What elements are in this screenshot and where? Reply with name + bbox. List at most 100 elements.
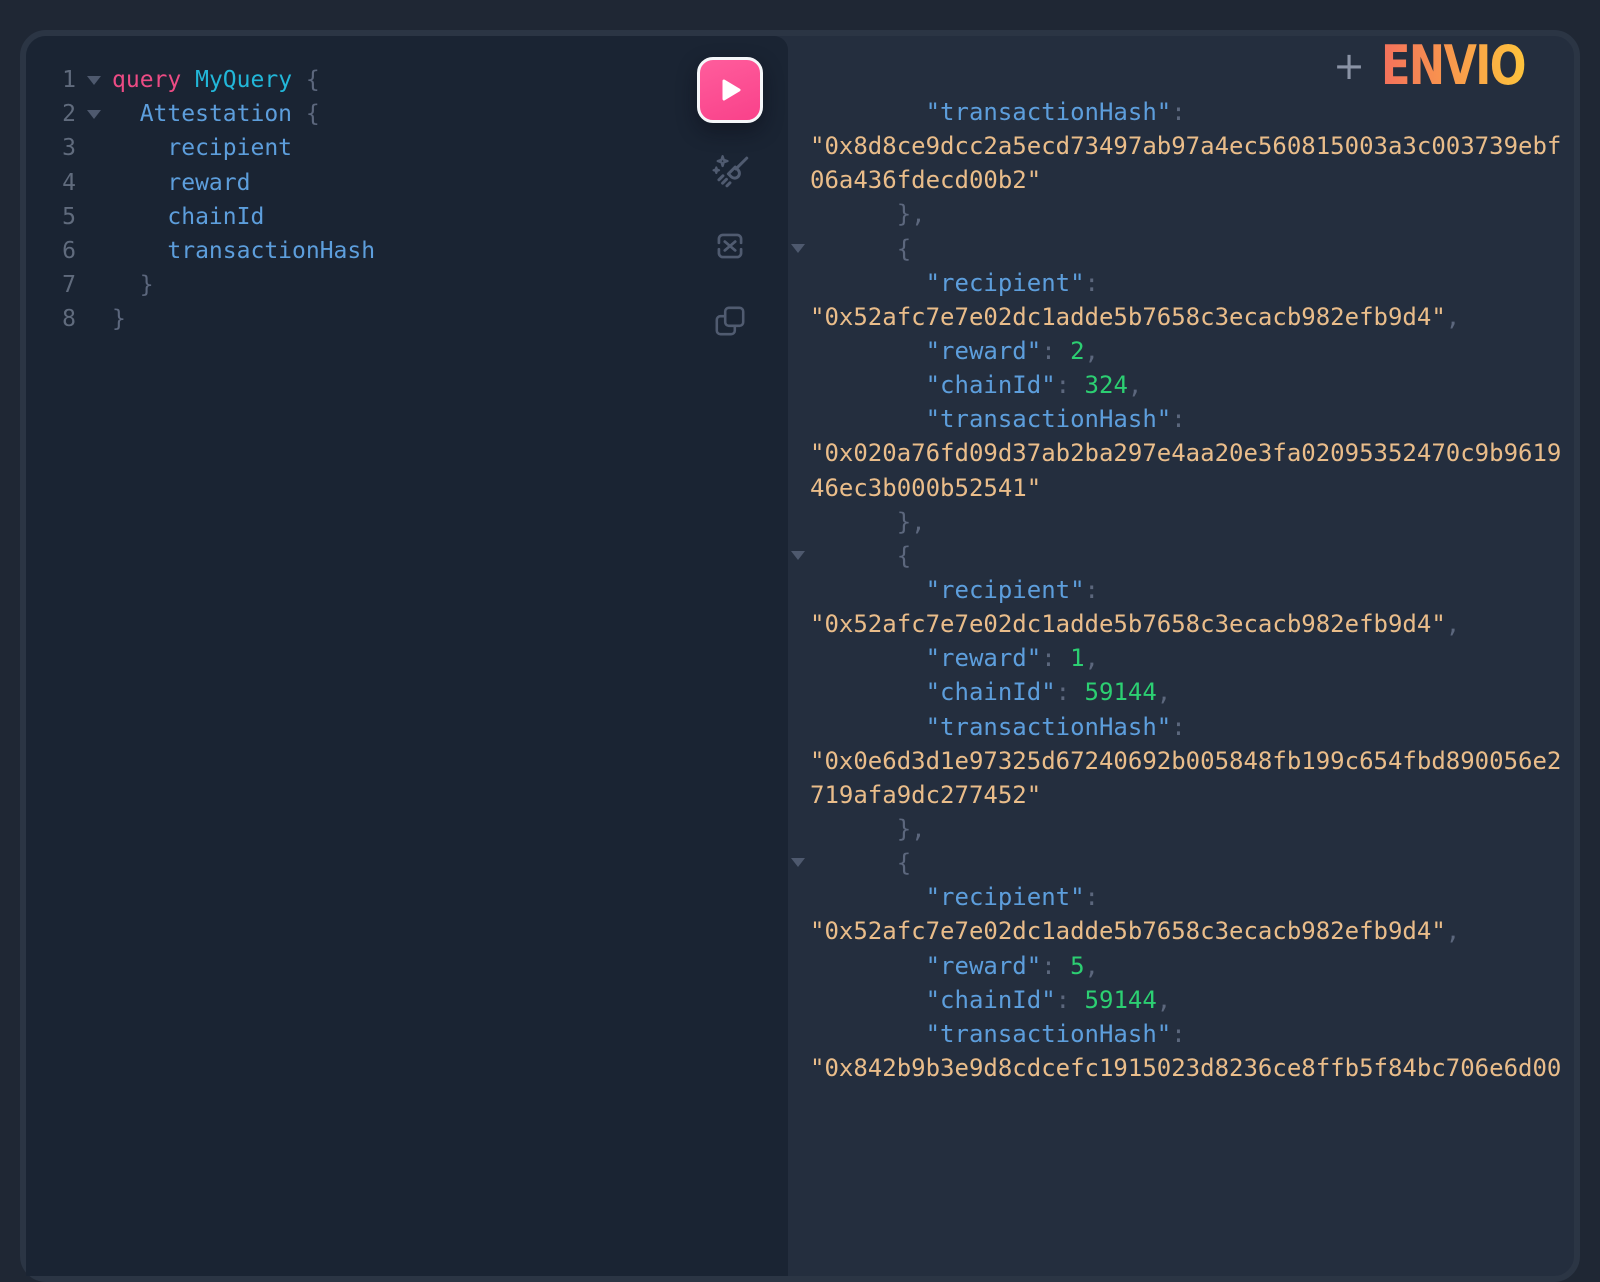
code-text: "transactionHash": bbox=[810, 1020, 1186, 1048]
code-text: }, bbox=[810, 508, 926, 536]
response-line: "0x52afc7e7e02dc1adde5b7658c3ecacb982efb… bbox=[810, 914, 1560, 948]
code-text: { bbox=[810, 849, 911, 877]
code-text: "recipient": bbox=[810, 883, 1099, 911]
execute-query-button[interactable] bbox=[697, 57, 763, 123]
code-text: "recipient": bbox=[810, 576, 1099, 604]
envio-logo: ENVIO bbox=[1381, 36, 1525, 94]
query-line: 3 recipient bbox=[26, 131, 788, 165]
code-text: "0x0e6d3d1e97325d67240692b005848fb199c65… bbox=[810, 747, 1561, 775]
response-line: "transactionHash": bbox=[810, 710, 1560, 744]
code-text: "recipient": bbox=[810, 269, 1099, 297]
code-text: "reward": 2, bbox=[810, 337, 1099, 365]
response-line: "chainId": 59144, bbox=[810, 983, 1560, 1017]
code-text: "reward": 5, bbox=[810, 952, 1099, 980]
code-text: recipient bbox=[112, 135, 292, 161]
code-text: "transactionHash": bbox=[810, 405, 1186, 433]
query-line: 6 transactionHash bbox=[26, 234, 788, 268]
code-text: { bbox=[810, 235, 911, 263]
code-text: 06a436fdecd00b2" bbox=[810, 166, 1041, 194]
response-line: "recipient": bbox=[810, 266, 1560, 300]
code-text: 46ec3b000b52541" bbox=[810, 474, 1041, 502]
prettify-query-button[interactable] bbox=[709, 151, 753, 195]
chevron-down-icon[interactable] bbox=[791, 858, 805, 867]
response-line: "0x0e6d3d1e97325d67240692b005848fb199c65… bbox=[810, 744, 1560, 778]
query-line: 7 } bbox=[26, 268, 788, 302]
code-text: reward bbox=[112, 170, 250, 196]
code-text: "0x020a76fd09d37ab2ba297e4aa20e3fa020953… bbox=[810, 439, 1561, 467]
code-text: query MyQuery { bbox=[112, 67, 320, 93]
code-text: } bbox=[112, 272, 154, 298]
merge-fragments-button[interactable] bbox=[708, 224, 752, 268]
response-line: 719afa9dc277452" bbox=[810, 778, 1560, 812]
plus-icon: + bbox=[1333, 47, 1365, 85]
chevron-down-icon[interactable] bbox=[87, 76, 101, 85]
add-tab-button[interactable]: + bbox=[1331, 48, 1367, 84]
chevron-down-icon[interactable] bbox=[791, 244, 805, 253]
query-line: 4 reward bbox=[26, 166, 788, 200]
response-line: 46ec3b000b52541" bbox=[810, 471, 1560, 505]
code-text: transactionHash bbox=[112, 238, 375, 264]
merge-fragments-icon bbox=[711, 227, 749, 265]
code-text: 719afa9dc277452" bbox=[810, 781, 1041, 809]
code-text: "0x52afc7e7e02dc1adde5b7658c3ecacb982efb… bbox=[810, 303, 1460, 331]
response-line: { bbox=[810, 846, 1560, 880]
code-text: "chainId": 59144, bbox=[810, 986, 1171, 1014]
query-editor-pane[interactable]: 1query MyQuery {2 Attestation {3 recipie… bbox=[26, 36, 788, 1276]
code-text: "transactionHash": bbox=[810, 98, 1186, 126]
copy-icon bbox=[712, 303, 748, 339]
fold-gutter bbox=[76, 76, 112, 85]
code-text: } bbox=[112, 306, 126, 332]
play-icon bbox=[717, 77, 743, 103]
playground-card: 1query MyQuery {2 Attestation {3 recipie… bbox=[20, 30, 1580, 1282]
response-line: "chainId": 59144, bbox=[810, 675, 1560, 709]
code-text: "0x8d8ce9dcc2a5ecd73497ab97a4ec560815003… bbox=[810, 132, 1561, 160]
code-text: "transactionHash": bbox=[810, 713, 1186, 741]
response-line: "transactionHash": bbox=[810, 1017, 1560, 1051]
line-number: 3 bbox=[26, 135, 76, 161]
response-line: "0x52afc7e7e02dc1adde5b7658c3ecacb982efb… bbox=[810, 607, 1560, 641]
query-line: 8} bbox=[26, 302, 788, 336]
code-text: "0x52afc7e7e02dc1adde5b7658c3ecacb982efb… bbox=[810, 610, 1460, 638]
response-line: "0x8d8ce9dcc2a5ecd73497ab97a4ec560815003… bbox=[810, 129, 1560, 163]
code-text: "chainId": 59144, bbox=[810, 678, 1171, 706]
response-line: "0x52afc7e7e02dc1adde5b7658c3ecacb982efb… bbox=[810, 300, 1560, 334]
response-line: "0x020a76fd09d37ab2ba297e4aa20e3fa020953… bbox=[810, 436, 1560, 470]
code-text: "chainId": 324, bbox=[810, 371, 1142, 399]
code-text: }, bbox=[810, 815, 926, 843]
chevron-down-icon[interactable] bbox=[791, 551, 805, 560]
code-text: }, bbox=[810, 200, 926, 228]
response-line: { bbox=[810, 232, 1560, 266]
code-text: "0x52afc7e7e02dc1adde5b7658c3ecacb982efb… bbox=[810, 917, 1460, 945]
line-number: 6 bbox=[26, 238, 76, 264]
response-line: { bbox=[810, 539, 1560, 573]
sparkle-brush-icon bbox=[710, 152, 752, 194]
line-number: 2 bbox=[26, 101, 76, 127]
response-line: "0x842b9b3e9d8cdcefc1915023d8236ce8ffb5f… bbox=[810, 1051, 1560, 1085]
response-line: "transactionHash": bbox=[810, 402, 1560, 436]
response-pane[interactable]: "transactionHash": "0x8d8ce9dcc2a5ecd7349… bbox=[788, 36, 1574, 1276]
response-line: "reward": 1, bbox=[810, 641, 1560, 675]
fold-gutter bbox=[76, 110, 112, 119]
query-line: 5 chainId bbox=[26, 200, 788, 234]
line-number: 5 bbox=[26, 204, 76, 230]
chevron-down-icon[interactable] bbox=[87, 110, 101, 119]
response-line: "reward": 2, bbox=[810, 334, 1560, 368]
code-text: chainId bbox=[112, 204, 264, 230]
code-text: "0x842b9b3e9d8cdcefc1915023d8236ce8ffb5f… bbox=[810, 1054, 1561, 1082]
line-number: 4 bbox=[26, 170, 76, 196]
line-number: 1 bbox=[26, 67, 76, 93]
response-line: "chainId": 324, bbox=[810, 368, 1560, 402]
copy-query-button[interactable] bbox=[708, 299, 752, 343]
query-line: 1 query MyQuery { bbox=[26, 63, 788, 97]
query-line: 2 Attestation { bbox=[26, 97, 788, 131]
code-text: Attestation { bbox=[112, 101, 320, 127]
line-number: 7 bbox=[26, 272, 76, 298]
response-line: "recipient": bbox=[810, 573, 1560, 607]
response-line: "transactionHash": bbox=[810, 95, 1560, 129]
code-text: { bbox=[810, 542, 911, 570]
code-text: "reward": 1, bbox=[810, 644, 1099, 672]
response-line: "recipient": bbox=[810, 880, 1560, 914]
response-line: }, bbox=[810, 197, 1560, 231]
line-number: 8 bbox=[26, 306, 76, 332]
response-line: }, bbox=[810, 505, 1560, 539]
